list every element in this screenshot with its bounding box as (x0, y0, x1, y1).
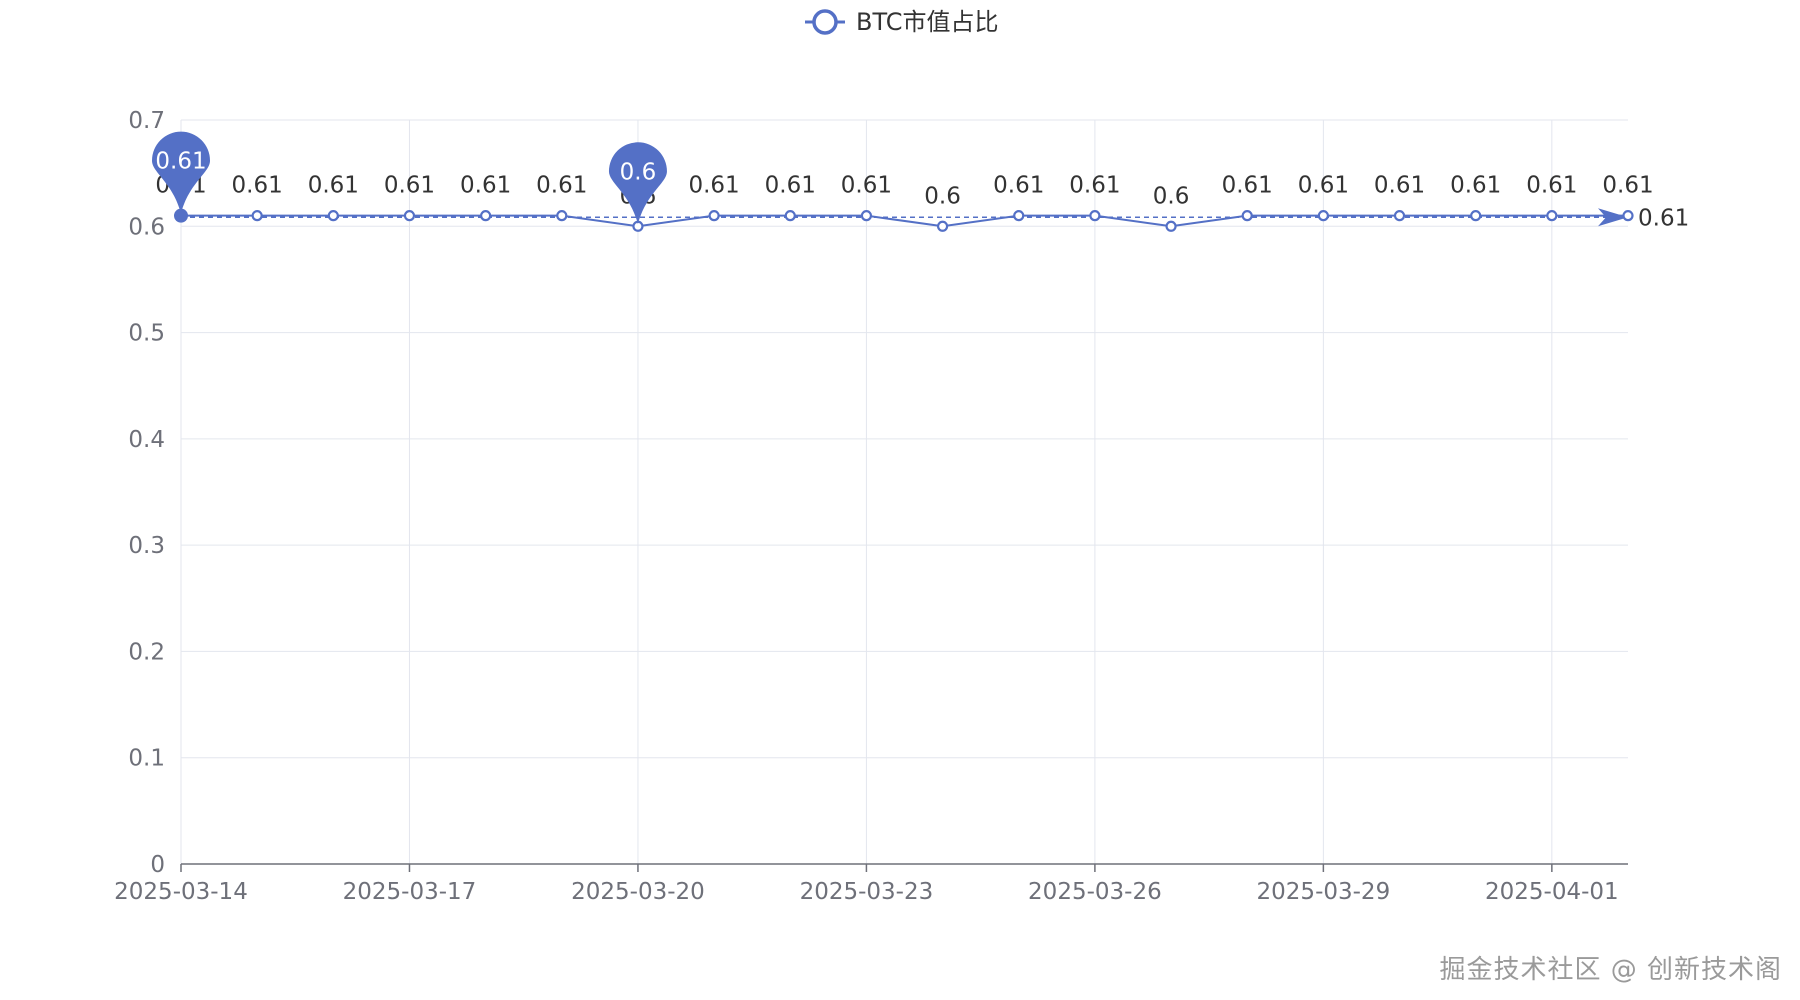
data-point (1317, 210, 1329, 222)
data-label: 0.6 (924, 183, 961, 209)
mark-point-max-label: 0.61 (155, 149, 206, 175)
y-tick-label: 0.7 (128, 108, 165, 134)
data-label: 0.61 (841, 173, 892, 199)
data-label: 0.61 (384, 173, 435, 199)
x-tick-label: 2025-04-01 (1485, 879, 1619, 905)
data-point (327, 210, 339, 222)
y-tick-label: 0.2 (128, 639, 165, 665)
x-tick-label: 2025-03-26 (1028, 879, 1162, 905)
data-point (860, 210, 873, 222)
data-label: 0.61 (1602, 173, 1653, 199)
data-label: 0.61 (1374, 173, 1425, 199)
data-point (1470, 210, 1482, 222)
data-label: 0.61 (765, 173, 816, 199)
data-label: 0.61 (1298, 173, 1349, 199)
y-tick-label: 0.3 (128, 533, 165, 559)
x-tick-label: 2025-03-14 (114, 879, 248, 905)
y-tick-label: 0 (150, 852, 165, 878)
data-label: 0.6 (1153, 183, 1190, 209)
line-chart: 0 0.1 0.2 0.3 0.4 0.5 0.6 0.7 2025-03-14 2025-03-… (114, 8, 1689, 905)
data-label: 0.61 (308, 173, 359, 199)
data-label: 0.61 (688, 173, 739, 199)
data-point (1622, 210, 1634, 222)
y-tick-label: 0.4 (128, 427, 165, 453)
data-point (1165, 220, 1177, 232)
data-point (1393, 210, 1406, 222)
data-point (708, 210, 720, 222)
data-point (1013, 210, 1025, 222)
data-label: 0.61 (1222, 173, 1273, 199)
legend-label: BTC市值占比 (856, 8, 998, 36)
data-point (1546, 210, 1558, 222)
data-label: 0.61 (1450, 173, 1501, 199)
data-point (1241, 210, 1253, 222)
data-point (1089, 210, 1101, 222)
data-point (556, 210, 568, 222)
data-point (251, 210, 263, 222)
data-label: 0.61 (993, 173, 1044, 199)
legend-circle-icon (812, 9, 838, 35)
data-label: 0.61 (232, 173, 283, 199)
x-tick-label: 2025-03-17 (343, 879, 477, 905)
x-tick-label: 2025-03-20 (571, 879, 705, 905)
x-tick-label: 2025-03-29 (1257, 879, 1391, 905)
data-point (403, 210, 416, 222)
data-label: 0.61 (1526, 173, 1577, 199)
x-tick-label: 2025-03-23 (800, 879, 934, 905)
data-point (480, 210, 492, 222)
watermark: 掘金技术社区 @ 创新技术阁 (1439, 955, 1782, 985)
data-label: 0.61 (460, 173, 511, 199)
data-label: 0.61 (1069, 173, 1120, 199)
data-label: 0.61 (536, 173, 587, 199)
data-point (936, 220, 949, 232)
mark-point-min-label: 0.6 (620, 159, 657, 185)
y-tick-label: 0.6 (128, 214, 165, 240)
y-tick-label: 0.1 (128, 746, 165, 772)
average-mark-line-label: 0.61 (1638, 205, 1689, 231)
data-point (784, 210, 796, 222)
y-tick-label: 0.5 (128, 321, 165, 347)
mark-point-max-dot (174, 208, 188, 223)
